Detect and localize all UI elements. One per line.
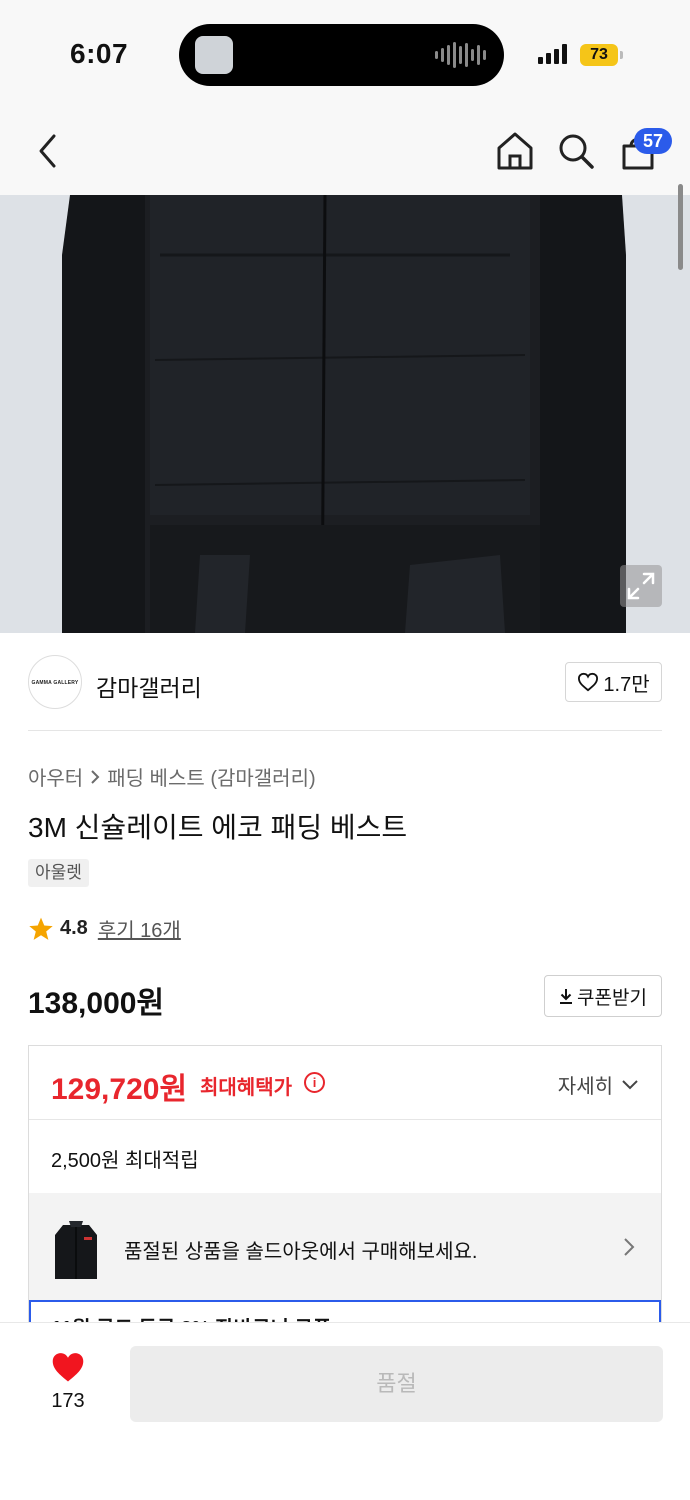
status-time: 6:07 bbox=[70, 38, 129, 69]
back-icon[interactable] bbox=[34, 133, 62, 169]
max-benefit-label: 최대혜택가 bbox=[200, 1077, 292, 1099]
cellular-signal-icon bbox=[538, 44, 567, 64]
benefit-box: 129,720원 최대혜택가 i 자세히 2,500원 최대적립 품절된 상품을… bbox=[28, 1045, 662, 1335]
heart-filled-icon bbox=[52, 1353, 84, 1382]
rating-row: 4.8 후기 16개 bbox=[28, 914, 181, 943]
expand-icon bbox=[627, 572, 655, 600]
coupon-download-button[interactable]: 쿠폰받기 bbox=[544, 975, 662, 1017]
chevron-down-icon bbox=[622, 1079, 638, 1089]
seller-name[interactable]: 감마갤러리 bbox=[96, 669, 202, 703]
product-price: 138,000원 bbox=[28, 987, 165, 1020]
breadcrumb: 아우터 패딩 베스트 (감마갤러리) bbox=[28, 762, 316, 791]
soldout-message: 품절된 상품을 솔드아웃에서 구매해보세요. bbox=[124, 1241, 478, 1263]
product-title: 3M 신슐레이트 에코 패딩 베스트 bbox=[28, 812, 408, 843]
soldout-product-thumbnail bbox=[51, 1215, 101, 1281]
wishlist-button[interactable]: 173 bbox=[36, 1351, 100, 1413]
product-photo bbox=[0, 195, 690, 633]
detail-toggle[interactable]: 자세히 bbox=[558, 1070, 639, 1099]
soldout-banner[interactable]: 품절된 상품을 솔드아웃에서 구매해보세요. bbox=[29, 1193, 661, 1301]
seller-logo[interactable]: GAMMA GALLERY bbox=[28, 655, 82, 709]
search-icon[interactable] bbox=[556, 131, 596, 171]
battery-tip bbox=[620, 51, 623, 59]
rating-score: 4.8 bbox=[60, 917, 88, 939]
bottom-action-bar: 173 품절 bbox=[0, 1322, 690, 1500]
download-icon bbox=[560, 989, 573, 1004]
chevron-right-icon bbox=[624, 1238, 635, 1256]
home-icon[interactable] bbox=[494, 130, 536, 172]
cart-count-badge: 57 bbox=[634, 128, 672, 154]
max-benefit-row: 129,720원 최대혜택가 i 자세히 bbox=[29, 1046, 661, 1120]
star-icon bbox=[29, 917, 53, 940]
soldout-button[interactable]: 품절 bbox=[130, 1346, 663, 1422]
expand-image-button[interactable] bbox=[620, 565, 662, 607]
dynamic-island bbox=[179, 24, 504, 86]
breadcrumb-subcategory[interactable]: 패딩 베스트 (감마갤러리) bbox=[107, 762, 315, 791]
brand-like-button[interactable]: 1.7만 bbox=[565, 662, 662, 702]
max-benefit-price: 129,720원 bbox=[51, 1073, 188, 1106]
review-link[interactable]: 후기 16개 bbox=[98, 914, 181, 943]
seller-row[interactable]: GAMMA GALLERY 감마갤러리 1.7만 bbox=[28, 633, 662, 731]
max-points: 2,500원 최대적립 bbox=[51, 1150, 199, 1172]
outlet-tag: 아울렛 bbox=[28, 859, 89, 887]
battery-indicator: 73 bbox=[580, 44, 618, 66]
status-bar: 6:07 73 bbox=[0, 0, 690, 105]
detail-label: 자세히 bbox=[557, 1076, 613, 1098]
chevron-right-icon bbox=[91, 769, 100, 784]
product-image[interactable] bbox=[0, 195, 690, 633]
heart-outline-icon bbox=[578, 672, 599, 692]
coupon-label: 쿠폰받기 bbox=[577, 987, 647, 1009]
wishlist-count: 173 bbox=[51, 1390, 85, 1412]
page-scrollbar[interactable] bbox=[678, 184, 683, 270]
info-icon[interactable]: i bbox=[304, 1072, 325, 1093]
breadcrumb-category[interactable]: 아우터 bbox=[28, 762, 83, 791]
audio-wave-icon bbox=[435, 42, 486, 68]
brand-like-count: 1.7만 bbox=[603, 673, 650, 696]
now-playing-thumbnail bbox=[195, 36, 233, 74]
